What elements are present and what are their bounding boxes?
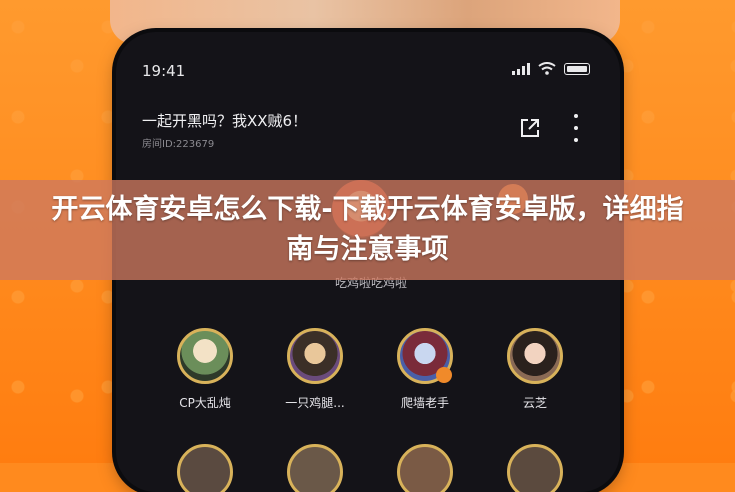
battery-icon <box>564 62 590 75</box>
wifi-icon <box>538 62 556 75</box>
room-title: 一起开黑吗？我XX贼6！ <box>142 112 308 130</box>
avatar <box>507 444 563 492</box>
avatar <box>287 328 343 384</box>
avatar <box>397 444 453 492</box>
level-badge <box>436 367 452 383</box>
room-id: 房间ID:223679 <box>142 139 215 150</box>
seat-name: CP大乱炖 <box>179 396 231 410</box>
seat-8[interactable] <box>480 444 590 492</box>
share-icon[interactable] <box>518 116 542 140</box>
avatar <box>397 328 453 384</box>
seat-7[interactable] <box>370 444 480 492</box>
avatar <box>287 444 343 492</box>
avatar <box>177 444 233 492</box>
seat-name: 一只鸡腿... <box>285 396 345 410</box>
seat-1[interactable]: CP大乱炖 <box>150 328 260 411</box>
seat-name: 云芝 <box>522 396 547 410</box>
avatar <box>507 328 563 384</box>
banner-title: 开云体育安卓怎么下载-下载开云体育安卓版，详细指南与注意事项 <box>51 194 684 265</box>
title-banner: 开云体育安卓怎么下载-下载开云体育安卓版，详细指南与注意事项 <box>0 180 735 280</box>
seat-4[interactable]: 云芝 <box>480 328 590 411</box>
status-icons <box>512 62 590 75</box>
seat-6[interactable] <box>260 444 370 492</box>
status-time: 19:41 <box>142 62 186 80</box>
seat-3[interactable]: 爬墙老手 <box>370 328 480 411</box>
avatar <box>177 328 233 384</box>
seat-name: 爬墙老手 <box>400 396 449 410</box>
more-icon[interactable] <box>572 114 580 142</box>
signal-icon <box>512 62 530 75</box>
seat-2[interactable]: 一只鸡腿... <box>260 328 370 411</box>
seat-5[interactable] <box>150 444 260 492</box>
